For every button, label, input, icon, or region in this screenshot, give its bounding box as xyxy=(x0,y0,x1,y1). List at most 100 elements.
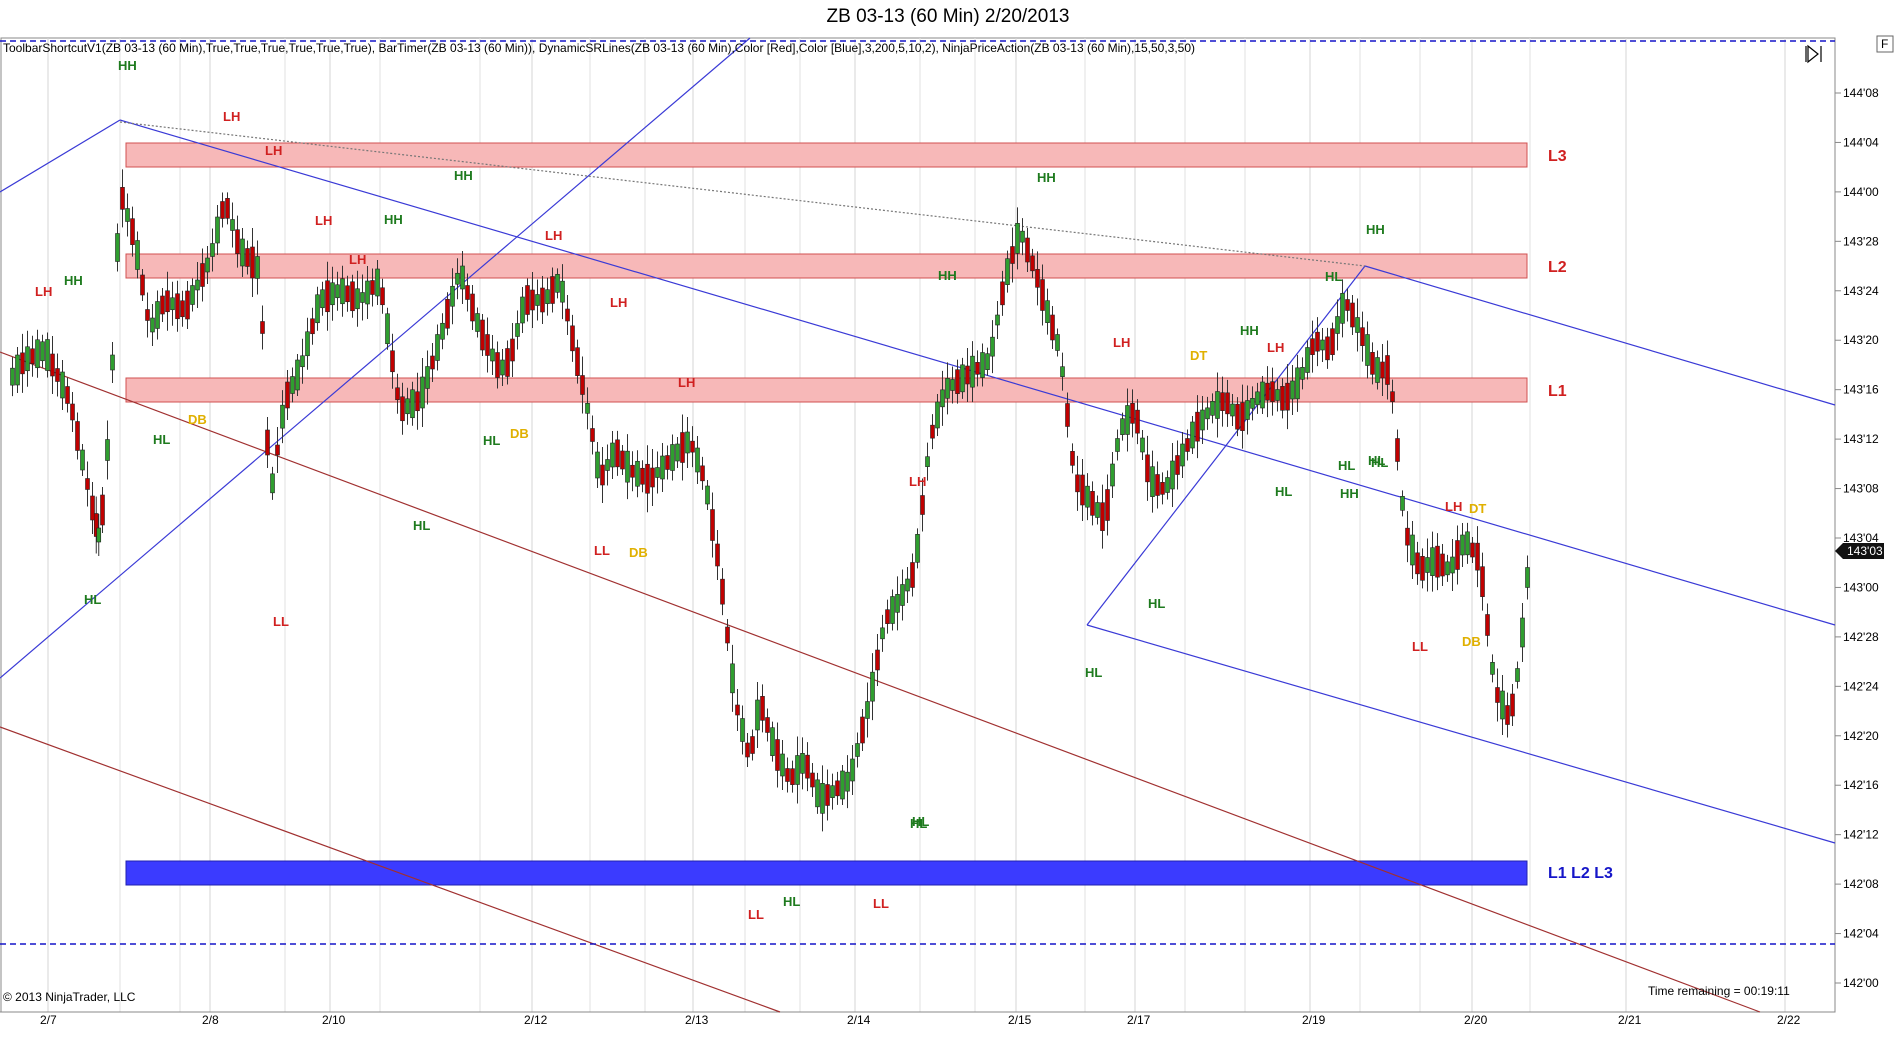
candle-body xyxy=(485,334,490,356)
candle-body xyxy=(840,770,845,800)
candle-body xyxy=(245,248,250,267)
candle-body xyxy=(855,743,860,757)
candle-body xyxy=(120,187,125,210)
candle-body xyxy=(370,280,375,295)
candle-body xyxy=(440,322,445,340)
candle-body xyxy=(270,473,275,494)
candle-body xyxy=(1210,401,1215,416)
candle-body xyxy=(1190,421,1195,449)
candle-body xyxy=(305,331,310,357)
candle-body xyxy=(890,596,895,624)
pattern-label: LL xyxy=(873,896,889,911)
candle-body xyxy=(630,464,635,478)
candle-body xyxy=(655,467,660,478)
candle-body xyxy=(100,494,105,526)
candle-body xyxy=(1525,567,1530,588)
candle-body xyxy=(430,355,435,370)
candle-body xyxy=(870,671,875,702)
pattern-label: HH xyxy=(1366,222,1385,237)
candle-body xyxy=(295,359,300,391)
candle-body xyxy=(775,739,780,771)
candle-body xyxy=(960,364,965,393)
candle-body xyxy=(1105,489,1110,521)
candle-body xyxy=(10,367,15,386)
candle-body xyxy=(1065,403,1070,427)
candle-body xyxy=(355,288,360,310)
candle-body xyxy=(1420,556,1425,581)
candle-body xyxy=(1310,338,1315,355)
candle-body xyxy=(1225,392,1230,415)
candle-body xyxy=(810,772,815,788)
candle-body xyxy=(555,274,560,293)
pattern-label: DB xyxy=(629,545,648,560)
candle-body xyxy=(460,265,465,290)
candle-body xyxy=(780,753,785,777)
candle-body xyxy=(1410,534,1415,566)
scroll-to-end-button[interactable] xyxy=(1802,43,1826,65)
candle-body xyxy=(1255,391,1260,406)
candle-body xyxy=(910,562,915,588)
candle-body xyxy=(785,768,790,782)
candle-body xyxy=(420,376,425,409)
candle-body xyxy=(1325,336,1330,361)
time-tick-label: 2/10 xyxy=(322,1013,346,1027)
candle-body xyxy=(725,626,730,644)
pattern-label: HH xyxy=(1340,486,1359,501)
time-tick-label: 2/19 xyxy=(1302,1013,1326,1027)
candle-body xyxy=(520,296,525,324)
pattern-label: LH xyxy=(35,284,52,299)
candle-body xyxy=(96,527,102,543)
candle-body xyxy=(50,353,55,377)
candle-body xyxy=(540,287,545,313)
price-tick-label: 142'28 xyxy=(1843,630,1879,644)
candle-body xyxy=(130,218,135,245)
candle-body xyxy=(1245,400,1250,420)
candle-body xyxy=(985,353,990,370)
candle-body xyxy=(1250,398,1255,409)
candle-body xyxy=(65,386,70,404)
candle-body xyxy=(105,439,110,461)
candle-body xyxy=(770,727,775,756)
candle-body xyxy=(1155,474,1160,496)
candle-body xyxy=(980,352,985,378)
candle-body xyxy=(140,274,145,296)
price-tick-label: 143'04 xyxy=(1843,531,1879,545)
candle-body xyxy=(1490,662,1495,675)
candle-body xyxy=(795,755,800,785)
current-price-label: 143'03 xyxy=(1847,544,1883,558)
pattern-label: HH xyxy=(1240,323,1259,338)
chart-settings-button[interactable]: F xyxy=(1876,35,1894,53)
candle-body xyxy=(165,290,170,313)
price-chart[interactable]: 144'08 144'04 144'00 143'28 143'24 143'20 143'… xyxy=(0,0,1896,1060)
candle-body xyxy=(395,387,400,401)
candle-body xyxy=(605,459,610,471)
candle-body xyxy=(710,509,715,541)
candle-body xyxy=(1260,381,1265,409)
candle-body xyxy=(835,780,840,797)
candle-body xyxy=(995,314,1000,326)
pattern-label: LH xyxy=(678,375,695,390)
candle-body xyxy=(1305,347,1310,373)
time-tick-label: 2/20 xyxy=(1464,1013,1488,1027)
candle-body xyxy=(975,362,980,375)
candle-body xyxy=(625,450,630,483)
candle-body xyxy=(1425,557,1430,573)
candle-body xyxy=(1270,381,1275,402)
candle-body xyxy=(880,627,885,640)
candle-body xyxy=(1215,391,1220,419)
pattern-label: LH xyxy=(610,295,627,310)
pattern-label: DT xyxy=(1190,348,1207,363)
price-tick-label: 142'20 xyxy=(1843,729,1879,743)
candle-body xyxy=(1100,502,1105,531)
candle-body xyxy=(600,464,605,486)
time-tick-label: 2/15 xyxy=(1008,1013,1032,1027)
candle-body xyxy=(15,354,20,386)
pattern-label: HL xyxy=(1085,665,1102,680)
candle-body xyxy=(1480,566,1485,597)
candle-body xyxy=(435,334,440,361)
candle-body xyxy=(935,401,940,429)
candle-body xyxy=(1160,482,1165,495)
candle-body xyxy=(510,338,515,362)
candle-body xyxy=(455,272,460,285)
candle-body xyxy=(735,704,740,716)
